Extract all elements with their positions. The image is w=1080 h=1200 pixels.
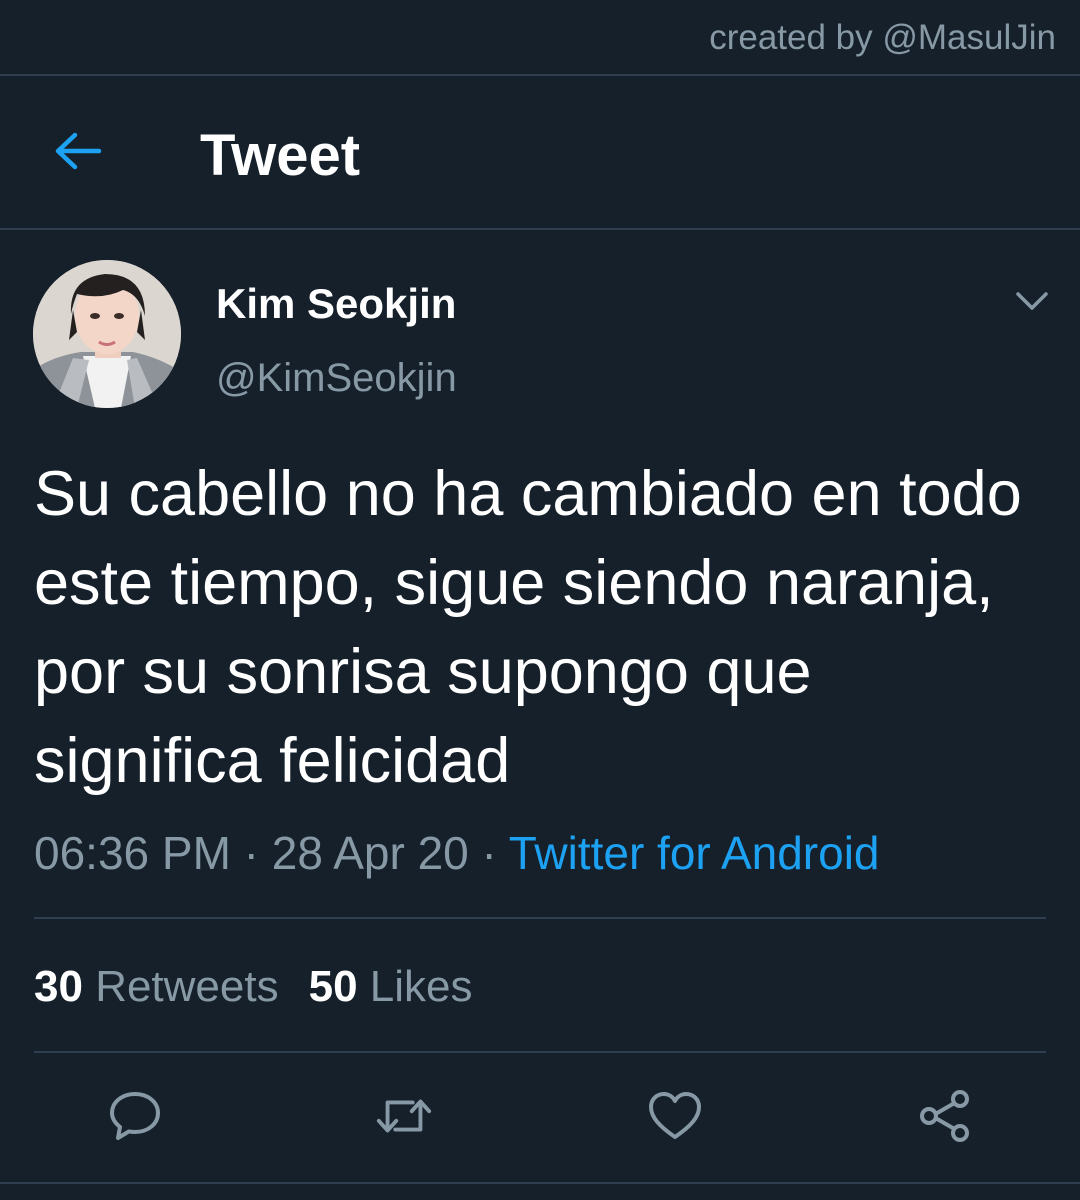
divider xyxy=(34,1051,1046,1053)
avatar-image xyxy=(33,260,181,408)
divider xyxy=(0,228,1080,230)
share-button[interactable] xyxy=(915,1088,975,1144)
retweets-count-link[interactable]: 30 Retweets xyxy=(34,962,279,1012)
retweets-label: Retweets xyxy=(95,962,279,1011)
top-bar: Tweet xyxy=(0,76,1080,228)
like-button[interactable] xyxy=(645,1088,705,1144)
tweet-meta: 06:36 PM · 28 Apr 20 · Twitter for Andro… xyxy=(34,826,880,880)
meta-separator: · xyxy=(230,827,272,879)
likes-count-link[interactable]: 50 Likes xyxy=(309,962,473,1012)
tweet-stats: 30 Retweets 50 Likes xyxy=(34,962,473,1012)
likes-label: Likes xyxy=(369,962,473,1011)
page-title: Tweet xyxy=(200,123,361,188)
back-button[interactable] xyxy=(50,128,106,174)
share-icon xyxy=(920,1090,969,1142)
more-options-button[interactable] xyxy=(1012,286,1052,316)
arrow-left-icon xyxy=(55,132,102,170)
tweet-date[interactable]: 28 Apr 20 xyxy=(272,827,469,879)
tweet-source-link[interactable]: Twitter for Android xyxy=(509,827,880,879)
watermark-credit: created by @MasulJin xyxy=(709,18,1056,57)
reply-icon xyxy=(110,1092,160,1140)
author-handle[interactable]: @KimSeokjin xyxy=(216,356,457,401)
tweet-text: Su cabello no ha cambiado en todo este t… xyxy=(34,459,1022,796)
retweet-button[interactable] xyxy=(374,1088,434,1144)
reply-button[interactable] xyxy=(105,1088,165,1144)
tweet-time[interactable]: 06:36 PM xyxy=(34,827,231,879)
chevron-down-icon xyxy=(1016,292,1048,310)
retweets-count: 30 xyxy=(34,962,83,1011)
author-name[interactable]: Kim Seokjin xyxy=(216,280,456,328)
action-bar xyxy=(0,1088,1080,1144)
avatar[interactable] xyxy=(33,260,181,408)
divider xyxy=(0,1182,1080,1184)
divider xyxy=(34,917,1046,919)
like-icon xyxy=(649,1092,701,1139)
likes-count: 50 xyxy=(308,962,358,1011)
meta-separator: · xyxy=(468,827,509,879)
retweet-icon xyxy=(376,1099,432,1133)
